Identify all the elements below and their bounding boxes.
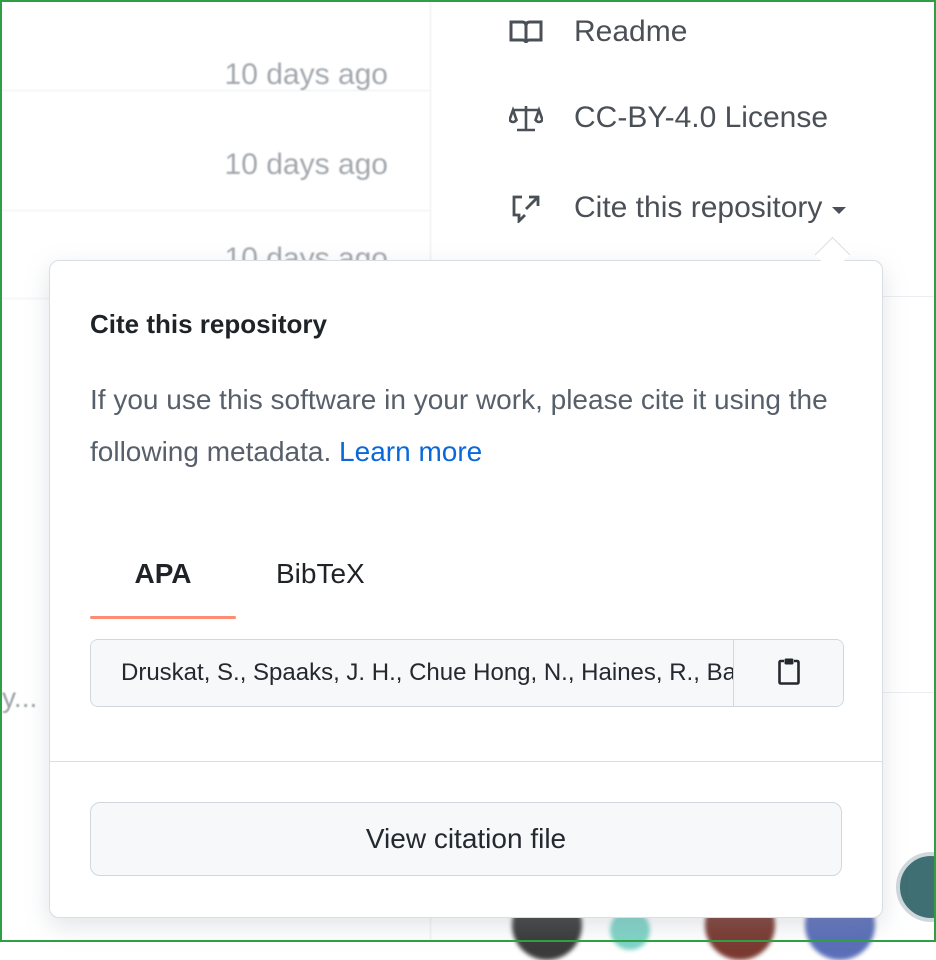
quote-icon — [506, 190, 546, 226]
clipboard-icon — [778, 657, 800, 690]
chevron-down-icon — [832, 206, 847, 214]
divider — [880, 692, 936, 693]
law-icon — [506, 100, 546, 136]
license-link[interactable]: CC-BY-4.0 License — [506, 100, 828, 136]
popover-divider — [50, 761, 882, 762]
commit-time: 10 days ago — [224, 148, 388, 181]
readme-label: Readme — [574, 15, 688, 48]
cite-popover: Cite this repository If you use this sof… — [49, 260, 883, 918]
citation-input[interactable] — [91, 640, 733, 706]
citation-format-tabs: APA BibTeX — [90, 531, 850, 619]
cite-repository-toggle[interactable]: Cite this repository — [506, 190, 847, 226]
cite-repository-label: Cite this repository — [574, 191, 823, 224]
readme-link[interactable]: Readme — [506, 14, 687, 50]
learn-more-link[interactable]: Learn more — [339, 436, 482, 467]
tab-bibtex[interactable]: BibTeX — [276, 531, 365, 617]
truncated-filename: y... — [2, 682, 38, 713]
popover-title: Cite this repository — [90, 309, 327, 339]
view-citation-file-button[interactable]: View citation file — [90, 802, 842, 876]
list-item: 10 days ago — [2, 2, 430, 91]
license-label: CC-BY-4.0 License — [574, 101, 829, 134]
copy-button[interactable] — [733, 640, 843, 706]
commit-time: 10 days ago — [224, 58, 388, 91]
list-item: 10 days ago — [2, 112, 430, 211]
popover-description: If you use this software in your work, p… — [90, 374, 850, 478]
book-icon — [506, 14, 546, 50]
tab-apa[interactable]: APA — [90, 531, 236, 619]
citation-field — [90, 639, 844, 707]
